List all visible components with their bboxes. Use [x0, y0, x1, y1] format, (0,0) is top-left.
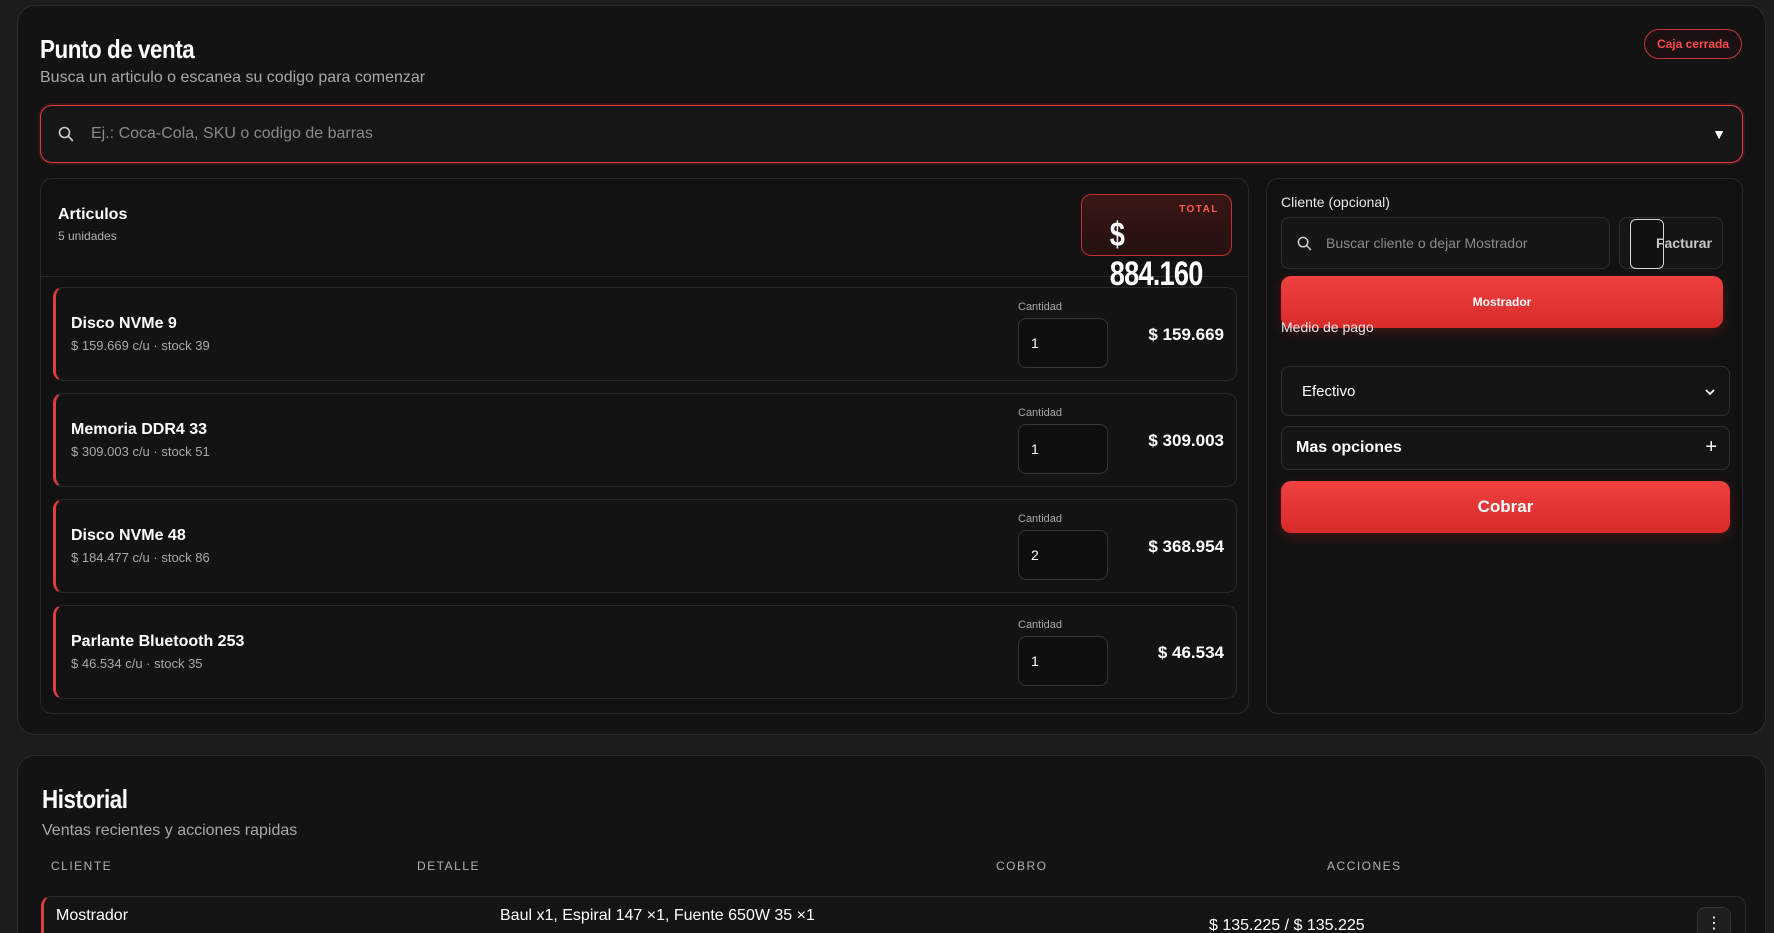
search-icon	[58, 126, 74, 142]
total-value: $ 884.160	[1109, 216, 1204, 293]
column-header-acciones: ACCIONES	[1327, 859, 1402, 873]
history-title: Historial	[42, 784, 128, 814]
quantity-label: Cantidad	[1018, 619, 1063, 631]
more-options-label: Mas opciones	[1296, 439, 1402, 456]
quantity-input[interactable]	[1018, 424, 1108, 474]
payment-method-value: Efectivo	[1302, 383, 1356, 400]
quantity-input[interactable]	[1018, 530, 1108, 580]
more-vertical-icon[interactable]: ⋮	[1697, 907, 1731, 933]
history-subtitle: Ventas recientes y acciones rapidas	[42, 822, 298, 839]
cash-register-status-badge[interactable]: Caja cerrada	[1643, 29, 1742, 59]
checkout-panel: Cliente (opcional) Facturar Mostrador Me…	[1266, 178, 1743, 714]
item-meta: $ 309.003 c/u · stock 51	[71, 444, 210, 459]
quantity-label: Cantidad	[1018, 513, 1063, 525]
item-price: $ 46.534	[1157, 643, 1224, 662]
page-title: Punto de venta	[40, 34, 195, 64]
cart-item: Memoria DDR4 33 $ 309.003 c/u · stock 51…	[53, 393, 1237, 487]
total-box: TOTAL $ 884.160	[1081, 194, 1232, 293]
item-name: Parlante Bluetooth 253	[71, 633, 245, 650]
facturar-toggle[interactable]: Facturar	[1619, 217, 1723, 269]
payment-method-label: Medio de pago	[1281, 319, 1374, 335]
search-icon	[1297, 236, 1312, 251]
history-amount: $ 135.225 / $ 135.225	[1209, 917, 1365, 933]
chevron-down-icon	[1705, 389, 1715, 396]
more-options-toggle[interactable]: Mas opciones +	[1281, 426, 1730, 470]
quantity-label: Cantidad	[1018, 407, 1063, 419]
pos-card: Punto de venta Busca un articulo o escan…	[17, 5, 1766, 735]
plus-icon: +	[1705, 436, 1717, 458]
articles-panel: Articulos 5 unidades TOTAL $ 884.160 Dis…	[40, 178, 1249, 714]
articles-title: Articulos	[58, 206, 128, 223]
item-price: $ 309.003	[1148, 431, 1224, 450]
item-price: $ 368.954	[1148, 537, 1224, 556]
item-meta: $ 46.534 c/u · stock 35	[71, 656, 203, 671]
chevron-down-icon[interactable]: ▼	[1712, 126, 1726, 142]
pos-page: Punto de venta Busca un articulo o escan…	[0, 0, 1774, 933]
product-search-input[interactable]	[83, 114, 1683, 154]
facturar-label: Facturar	[1655, 235, 1712, 251]
history-detail: Baul x1, Espiral 147 ×1, Fuente 650W 35 …	[500, 907, 815, 924]
product-search[interactable]: ▼	[40, 105, 1743, 163]
articles-header: Articulos 5 unidades TOTAL $ 884.160	[41, 179, 1248, 293]
articles-count: 5 unidades	[58, 229, 117, 243]
column-header-cobro: COBRO	[996, 859, 1048, 873]
item-meta: $ 184.477 c/u · stock 86	[71, 550, 210, 565]
client-search-input[interactable]	[1318, 226, 1603, 260]
column-header-detalle: DETALLE	[417, 859, 480, 873]
page-subtitle: Busca un articulo o escanea su codigo pa…	[40, 69, 426, 86]
client-search[interactable]	[1281, 217, 1610, 269]
history-client: Mostrador	[56, 907, 129, 924]
total-label: TOTAL	[1179, 204, 1219, 215]
quantity-label: Cantidad	[1018, 301, 1063, 313]
item-name: Disco NVMe 48	[71, 527, 186, 544]
cart-item: Disco NVMe 9 $ 159.669 c/u · stock 39 Ca…	[53, 287, 1237, 381]
table-row[interactable]: Mostrador Baul x1, Espiral 147 ×1, Fuent…	[41, 896, 1746, 933]
cart-item: Disco NVMe 48 $ 184.477 c/u · stock 86 C…	[53, 499, 1237, 593]
item-meta: $ 159.669 c/u · stock 39	[71, 338, 210, 353]
cart-item: Parlante Bluetooth 253 $ 46.534 c/u · st…	[53, 605, 1237, 699]
payment-method-select[interactable]: Efectivo	[1281, 366, 1730, 416]
column-header-cliente: CLIENTE	[51, 859, 113, 873]
quantity-input[interactable]	[1018, 636, 1108, 686]
client-label: Cliente (opcional)	[1281, 194, 1390, 210]
item-name: Memoria DDR4 33	[71, 421, 208, 438]
charge-button[interactable]: Cobrar	[1281, 481, 1730, 533]
quantity-input[interactable]	[1018, 318, 1108, 368]
history-card: Historial Ventas recientes y acciones ra…	[17, 755, 1766, 933]
item-name: Disco NVMe 9	[71, 315, 177, 332]
item-price: $ 159.669	[1148, 325, 1224, 344]
